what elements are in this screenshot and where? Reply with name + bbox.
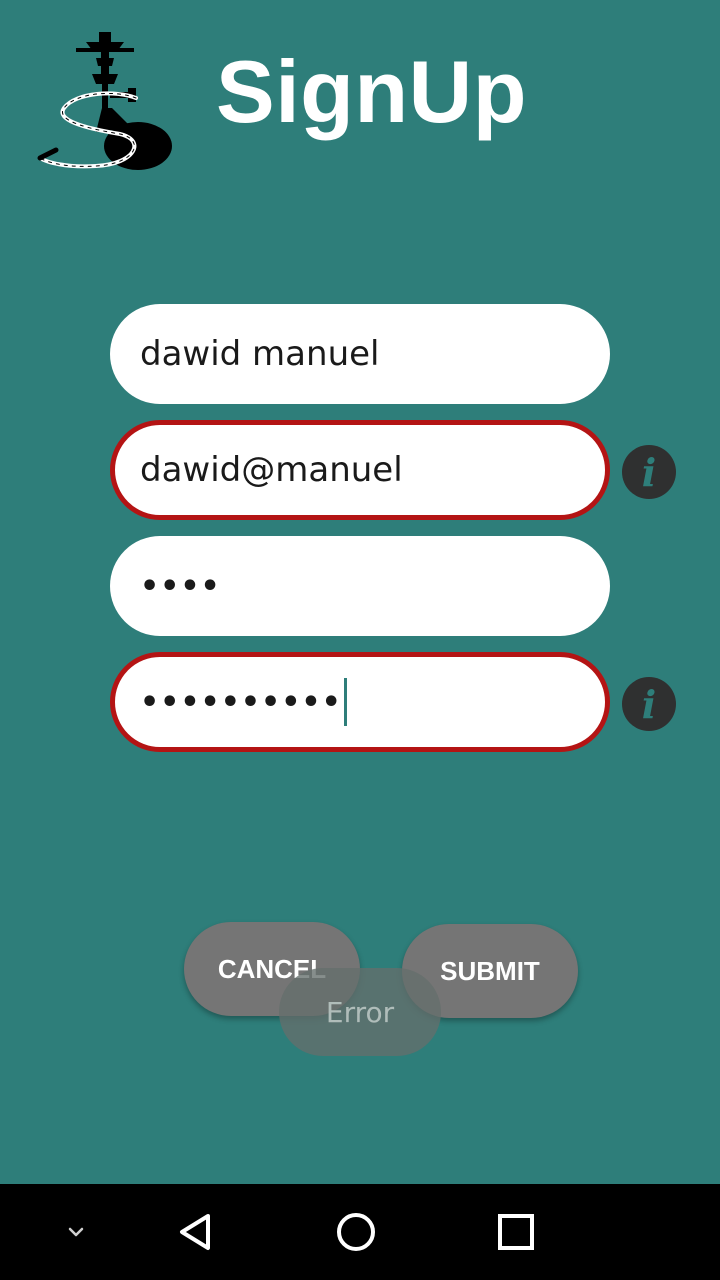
email-input[interactable]: dawid@manuel xyxy=(110,420,610,520)
back-icon[interactable] xyxy=(166,1184,226,1280)
hookah-logo-icon xyxy=(37,32,172,170)
name-input[interactable]: dawid manuel xyxy=(110,304,610,404)
page-title: SignUp xyxy=(216,42,527,141)
password-input[interactable]: •••• xyxy=(110,536,610,636)
recents-icon[interactable] xyxy=(486,1184,546,1280)
home-icon[interactable] xyxy=(326,1184,386,1280)
system-navigation-bar xyxy=(0,1184,720,1280)
text-cursor xyxy=(343,678,347,726)
error-toast: Error xyxy=(279,968,441,1056)
signup-screen: SignUp dawid manuel dawid@manuel i •••• … xyxy=(0,0,720,1280)
chevron-down-icon[interactable] xyxy=(46,1184,106,1280)
name-input-value: dawid manuel xyxy=(140,334,380,374)
confirm-password-input[interactable]: •••••••••• xyxy=(110,652,610,752)
confirm-password-info-icon[interactable]: i xyxy=(622,677,676,731)
confirm-password-input-value: •••••••••• xyxy=(140,684,342,720)
password-input-value: •••• xyxy=(140,568,221,604)
email-input-value: dawid@manuel xyxy=(140,450,403,490)
email-info-icon[interactable]: i xyxy=(622,445,676,499)
